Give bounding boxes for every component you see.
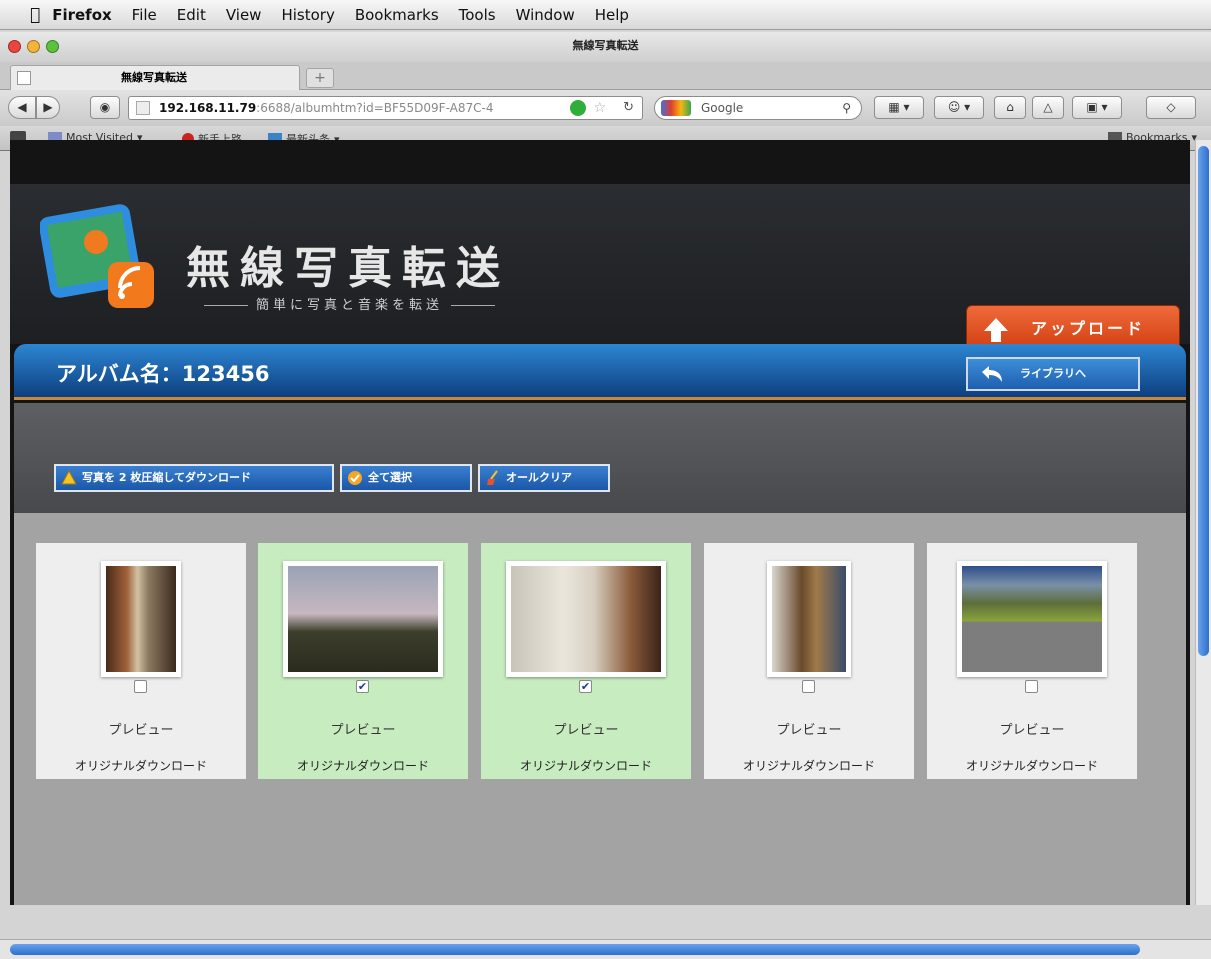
close-window-button[interactable] [8,40,21,53]
upload-arrow-icon [984,318,1008,342]
select-checkbox[interactable]: ✔ [579,680,592,693]
minimize-window-button[interactable] [27,40,40,53]
zip-archive-icon [61,470,77,485]
photo-card[interactable]: プレビュー オリジナルダウンロード [36,543,246,779]
select-checkbox[interactable] [1025,680,1038,693]
menu-view[interactable]: View [226,6,262,24]
apple-icon[interactable]:  [30,5,40,25]
original-download-link[interactable]: オリジナルダウンロード [927,757,1137,774]
album-actions-bar: 写真を 2 枚圧縮してダウンロード 全て選択 オールクリア [14,403,1186,513]
reload-icon[interactable]: ↻ [623,97,634,119]
menu-window[interactable]: Window [516,6,575,24]
url-path: :6688/albumhtm?id=BF55D09F-A87C-4 [256,101,494,115]
navigation-toolbar: ◀ ▶ ◉ 192.168.11.79:6688/albumhtm?id=BF5… [0,90,1211,126]
select-all-button[interactable]: 全て選択 [340,464,472,492]
new-tab-button[interactable]: + [306,68,334,88]
menu-file[interactable]: File [132,6,157,24]
star-bookmark-icon[interactable]: ☆ [593,97,606,119]
check-circle-icon [348,471,362,485]
menu-app-name[interactable]: Firefox [52,6,111,24]
broom-icon [487,470,498,485]
window-title: 無線写真転送 [572,39,639,52]
forward-button[interactable]: ▶ [36,96,60,119]
upload-label: アップロード [1031,319,1146,338]
album-name: アルバム名：123456 [56,362,270,386]
original-download-link[interactable]: オリジナルダウンロード [481,757,691,774]
vertical-scroll-thumb[interactable] [1198,146,1209,656]
photo-card[interactable]: プレビュー オリジナルダウンロード [927,543,1137,779]
window-titlebar: 無線写真転送 [0,32,1211,62]
preview-link[interactable]: プレビュー [481,719,691,738]
menu-history[interactable]: History [281,6,334,24]
menu-bookmarks[interactable]: Bookmarks [355,6,439,24]
mac-menubar:  Firefox File Edit View History Bookmar… [0,0,1211,30]
addon-smiley-button[interactable]: ☺ ▾ [934,96,984,119]
search-engine-label: Google [701,101,744,115]
photo-thumbnail[interactable] [957,561,1107,677]
app-title: 無線写真転送 [186,243,510,294]
photo-gallery: プレビュー オリジナルダウンロード ✔ プレビュー オリジナルダウンロード ✔ … [14,513,1186,905]
google-search-engine-icon[interactable] [661,100,691,116]
preview-link[interactable]: プレビュー [36,719,246,738]
album-header: アルバム名：123456 ライブラリへ [14,344,1186,400]
home-page-icon[interactable]: ◉ [90,96,120,119]
clear-all-button[interactable]: オールクリア [478,464,610,492]
select-all-label: 全て選択 [368,471,412,484]
select-checkbox[interactable]: ✔ [356,680,369,693]
addon-toolbar-button[interactable]: ▦ ▾ [874,96,924,119]
preview-link[interactable]: プレビュー [704,719,914,738]
zip-download-button[interactable]: 写真を 2 枚圧縮してダウンロード [54,464,334,492]
menu-help[interactable]: Help [595,6,629,24]
library-button-label: ライブラリへ [1020,367,1086,380]
tab-title: 無線写真転送 [121,71,187,84]
photo-card[interactable]: ✔ プレビュー オリジナルダウンロード [258,543,468,779]
vertical-scrollbar[interactable] [1195,140,1211,905]
app-logo-icon [40,204,154,308]
preview-link[interactable]: プレビュー [927,719,1137,738]
photo-thumbnail[interactable] [101,561,181,677]
photo-card[interactable]: ✔ プレビュー オリジナルダウンロード [481,543,691,779]
photo-card[interactable]: プレビュー オリジナルダウンロード [704,543,914,779]
original-download-link[interactable]: オリジナルダウンロード [36,757,246,774]
original-download-link[interactable]: オリジナルダウンロード [704,757,914,774]
search-icon[interactable]: ⚲ [842,97,851,119]
app-header: 無線写真転送 簡単に写真と音楽を転送 アップロード [10,184,1190,353]
preview-link[interactable]: プレビュー [258,719,468,738]
downloads-icon[interactable]: △ [1032,96,1064,119]
return-arrow-icon [982,366,1002,382]
window-controls [8,40,59,53]
page-content: 無線写真転送 簡単に写真と音楽を転送 アップロード アルバム名：123456 ラ… [10,140,1190,905]
photo-thumbnail[interactable] [767,561,851,677]
menu-edit[interactable]: Edit [177,6,206,24]
grid-menu-button[interactable]: ▣ ▾ [1072,96,1122,119]
menu-tools[interactable]: Tools [459,6,496,24]
select-checkbox[interactable] [134,680,147,693]
go-icon[interactable] [570,100,586,116]
original-download-link[interactable]: オリジナルダウンロード [258,757,468,774]
zoom-window-button[interactable] [46,40,59,53]
back-button[interactable]: ◀ [8,96,36,119]
photo-thumbnail[interactable] [506,561,666,677]
browser-tab[interactable]: 無線写真転送 [10,65,300,90]
select-checkbox[interactable] [802,680,815,693]
horizontal-scroll-thumb[interactable] [10,944,1140,955]
back-to-library-button[interactable]: ライブラリへ [966,357,1140,391]
url-host: 192.168.11.79 [159,101,257,115]
site-identity-icon[interactable] [136,101,150,115]
tab-strip: 無線写真転送 + [0,62,1211,90]
home-icon[interactable]: ⌂ [994,96,1026,119]
extra-toolbar-button[interactable]: ◇ [1146,96,1196,119]
page-icon [17,71,31,85]
clear-all-label: オールクリア [506,471,572,484]
zip-download-label: 写真を 2 枚圧縮してダウンロード [82,471,251,484]
photo-thumbnail[interactable] [283,561,443,677]
app-subtitle: 簡単に写真と音楽を転送 [196,294,503,313]
url-bar[interactable]: 192.168.11.79:6688/albumhtm?id=BF55D09F-… [128,96,643,120]
search-field[interactable]: Google ⚲ [654,96,862,120]
horizontal-scrollbar[interactable] [0,939,1211,959]
